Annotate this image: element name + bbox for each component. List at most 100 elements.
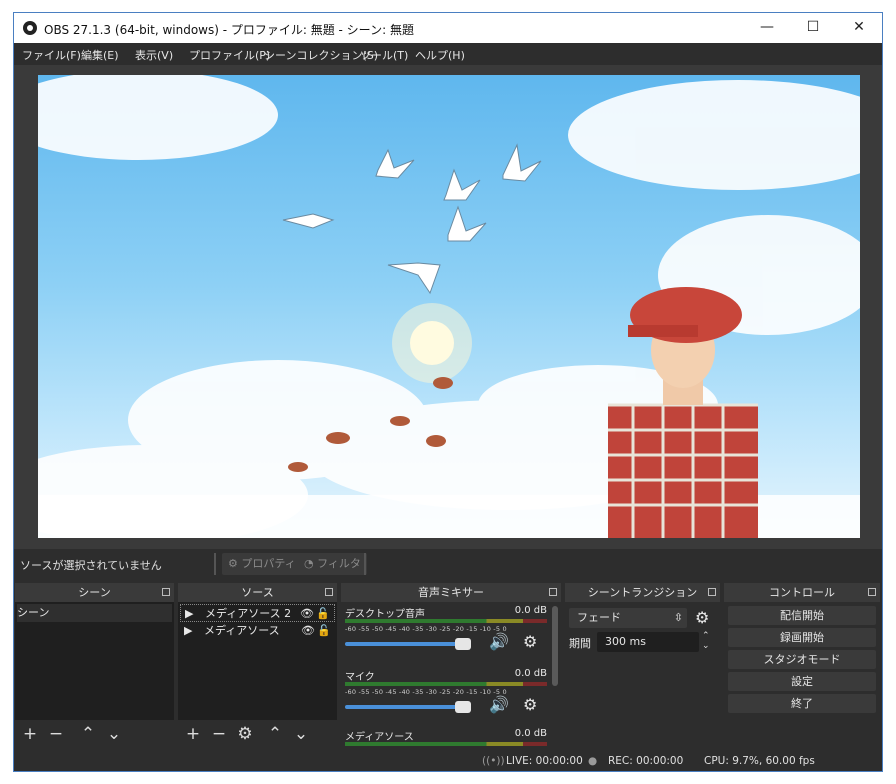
undock-icon[interactable] — [708, 588, 716, 596]
duration-value: 300 ms — [605, 635, 646, 648]
start-streaming-button[interactable]: 配信開始 — [728, 606, 876, 625]
meter-ticks: -60 -55 -50 -45 -40 -35 -30 -25 -20 -15 … — [345, 625, 507, 633]
cpu-status: CPU: 9.7%, 60.00 fps — [704, 755, 815, 767]
controls-dock: コントロール 配信開始 録画開始 スタジオモード 設定 終了 — [724, 583, 880, 748]
menu-tools[interactable]: ツール(T) — [360, 47, 408, 63]
mixer-title-label: 音声ミキサー — [418, 586, 484, 599]
settings-button[interactable]: 設定 — [728, 672, 876, 691]
exit-button[interactable]: 終了 — [728, 694, 876, 713]
preview-area — [14, 65, 882, 549]
controls-body: 配信開始 録画開始 スタジオモード 設定 終了 — [724, 602, 880, 748]
play-icon[interactable]: ▶ — [185, 605, 193, 623]
scene-item[interactable]: シーン — [17, 604, 172, 622]
volume-slider[interactable] — [345, 701, 471, 713]
menu-view[interactable]: 表示(V) — [135, 47, 173, 63]
volume-meter — [345, 619, 547, 623]
menu-edit[interactable]: 編集(E) — [81, 47, 119, 63]
source-item[interactable]: ▶ メディアソース 2 👁 🔓 — [180, 604, 335, 622]
menu-help[interactable]: ヘルプ(H) — [415, 47, 465, 63]
close-button[interactable]: ✕ — [836, 13, 882, 43]
duration-label: 期間 — [569, 637, 591, 650]
gear-icon[interactable]: ⚙ — [523, 695, 537, 714]
speaker-icon[interactable]: 🔊 — [489, 632, 509, 651]
channel-name: デスクトップ音声 — [345, 609, 425, 620]
menu-file[interactable]: ファイル(F) — [22, 47, 81, 63]
source-item[interactable]: ▶ メディアソース 👁 🔓 — [180, 622, 335, 640]
transitions-title-label: シーントランジション — [587, 586, 698, 599]
status-bar: ((•)) LIVE: 00:00:00 ● REC: 00:00:00 CPU… — [14, 751, 882, 771]
move-down-icon[interactable]: ⌄ — [103, 724, 125, 744]
sources-footer: + − ⚙ ⌃ ⌄ — [178, 720, 337, 748]
source-settings-icon[interactable]: ⚙ — [234, 724, 256, 744]
channel-name: マイク — [345, 672, 375, 683]
obs-logo-icon — [23, 21, 37, 35]
play-icon[interactable]: ▶ — [184, 622, 192, 640]
preview-canvas[interactable] — [38, 75, 860, 538]
obs-window: OBS 27.1.3 (64-bit, windows) - プロファイル: 無… — [13, 12, 883, 772]
properties-button[interactable]: ⚙ プロパティ — [222, 553, 302, 575]
add-scene-icon[interactable]: + — [19, 724, 41, 744]
window-title: OBS 27.1.3 (64-bit, windows) - プロファイル: 無… — [44, 23, 414, 37]
slider-thumb[interactable] — [455, 701, 471, 713]
controls-dock-title: コントロール — [724, 583, 880, 602]
volume-meter — [345, 682, 547, 686]
volume-slider[interactable] — [345, 638, 471, 650]
toolbar-divider — [364, 553, 366, 575]
gear-icon[interactable]: ⚙ — [523, 632, 537, 651]
transition-select[interactable]: フェード ⇳ — [569, 608, 687, 628]
duration-input[interactable]: 300 ms — [597, 632, 699, 652]
move-up-icon[interactable]: ⌃ — [77, 724, 99, 744]
scenes-dock: シーン シーン + − ⌃ ⌄ — [15, 583, 174, 748]
title-bar: OBS 27.1.3 (64-bit, windows) - プロファイル: 無… — [14, 13, 882, 43]
scenes-dock-title: シーン — [15, 583, 174, 602]
filters-button[interactable]: ◔ フィルタ — [298, 553, 367, 575]
sources-dock: ソース ▶ メディアソース 2 👁 🔓 ▶ メディアソース 👁 🔓 + − ⚙ … — [178, 583, 337, 748]
start-recording-button[interactable]: 録画開始 — [728, 628, 876, 647]
gear-icon[interactable]: ⚙ — [695, 608, 709, 627]
move-down-icon[interactable]: ⌄ — [290, 724, 312, 744]
remove-source-icon[interactable]: − — [208, 724, 230, 744]
spin-arrows-icon: ⇳ — [673, 611, 683, 624]
volume-meter — [345, 742, 547, 746]
transitions-dock-title: シーントランジション — [565, 583, 720, 602]
properties-label: プロパティ — [241, 557, 296, 570]
eye-icon[interactable]: 👁 — [301, 622, 315, 640]
mixer-scrollbar[interactable] — [552, 606, 558, 686]
preview-scene-image — [38, 75, 860, 538]
duration-stepper-icon[interactable]: ⌃ ⌄ — [702, 631, 710, 651]
source-toolbar: ソースが選択されていません ⚙ プロパティ ◔ フィルタ — [14, 549, 882, 581]
record-icon: ● — [588, 755, 598, 767]
menu-profile[interactable]: プロファイル(P) — [189, 47, 270, 63]
channel-name: メディアソース — [345, 732, 414, 743]
meter-ticks: -60 -55 -50 -45 -40 -35 -30 -25 -20 -15 … — [345, 688, 507, 696]
undock-icon[interactable] — [549, 588, 557, 596]
scene-transitions-dock: シーントランジション フェード ⇳ ⚙ 期間 300 ms ⌃ ⌄ — [565, 583, 720, 748]
channel-db: 0.0 dB — [514, 605, 547, 616]
transition-value: フェード — [577, 611, 621, 624]
undock-icon[interactable] — [868, 588, 876, 596]
minimize-button[interactable]: — — [744, 13, 790, 43]
gear-icon: ⚙ — [228, 557, 238, 570]
scenes-footer: + − ⌃ ⌄ — [15, 720, 174, 748]
undock-icon[interactable] — [325, 588, 333, 596]
undock-icon[interactable] — [162, 588, 170, 596]
lock-icon[interactable]: 🔓 — [317, 622, 331, 640]
remove-scene-icon[interactable]: − — [45, 724, 67, 744]
slider-thumb[interactable] — [455, 638, 471, 650]
sources-title-label: ソース — [241, 586, 274, 599]
add-source-icon[interactable]: + — [182, 724, 204, 744]
move-up-icon[interactable]: ⌃ — [264, 724, 286, 744]
maximize-button[interactable]: ☐ — [790, 13, 836, 43]
audio-mixer-dock: 音声ミキサー デスクトップ音声 0.0 dB -60 -55 -50 -45 -… — [341, 583, 561, 748]
mixer-body: デスクトップ音声 0.0 dB -60 -55 -50 -45 -40 -35 … — [341, 602, 561, 748]
broadcast-icon: ((•)) — [482, 755, 505, 767]
speaker-icon[interactable]: 🔊 — [489, 695, 509, 714]
menu-bar: ファイル(F) 編集(E) 表示(V) プロファイル(P) シーンコレクション(… — [14, 43, 882, 65]
source-label: メディアソース — [204, 624, 280, 637]
lock-icon[interactable]: 🔓 — [316, 605, 330, 623]
scenes-title-label: シーン — [78, 586, 111, 599]
channel-db: 0.0 dB — [514, 668, 547, 679]
eye-icon[interactable]: 👁 — [300, 605, 314, 623]
studio-mode-button[interactable]: スタジオモード — [728, 650, 876, 669]
sources-dock-title: ソース — [178, 583, 337, 602]
